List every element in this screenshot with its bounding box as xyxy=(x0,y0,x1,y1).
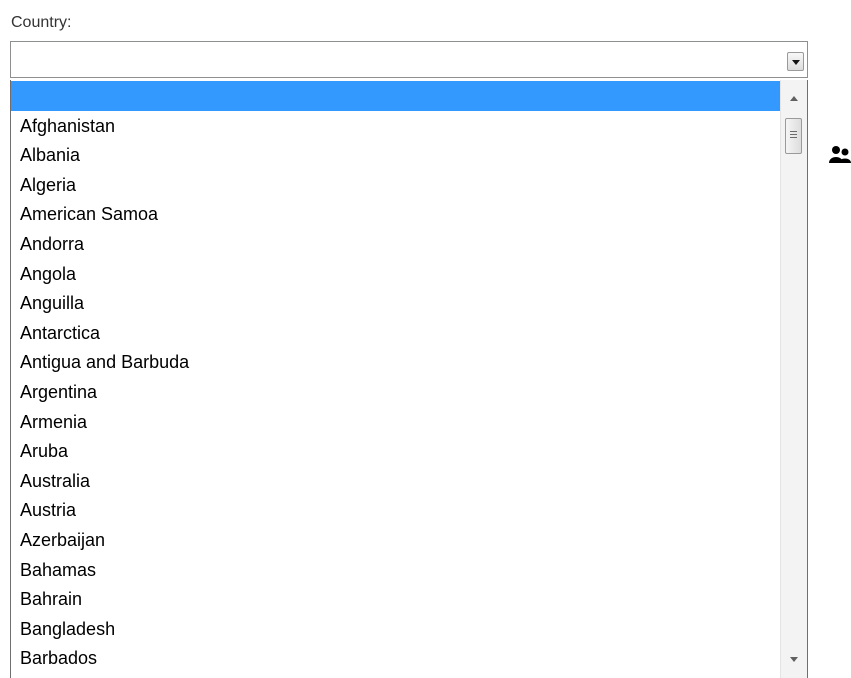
country-option[interactable]: Andorra xyxy=(11,229,780,259)
country-option[interactable]: Azerbaijan xyxy=(11,525,780,555)
user-icon xyxy=(829,146,851,163)
arrow-down-icon[interactable] xyxy=(790,657,798,662)
country-option[interactable]: Australia xyxy=(11,466,780,496)
chevron-down-icon[interactable] xyxy=(787,52,804,71)
country-option[interactable] xyxy=(11,81,780,111)
grip-line xyxy=(790,134,797,135)
country-option[interactable]: Bahrain xyxy=(11,584,780,614)
arrow-up-icon[interactable] xyxy=(790,96,798,101)
country-option[interactable]: Antigua and Barbuda xyxy=(11,347,780,377)
country-option[interactable]: Bahamas xyxy=(11,555,780,585)
country-option[interactable]: Aruba xyxy=(11,436,780,466)
country-label: Country: xyxy=(11,14,72,31)
country-select[interactable] xyxy=(10,41,808,78)
country-option[interactable]: Angola xyxy=(11,259,780,289)
country-option[interactable]: Bangladesh xyxy=(11,614,780,644)
country-option[interactable]: Algeria xyxy=(11,170,780,200)
grip-line xyxy=(790,131,797,132)
country-options: Afghanistan Albania Algeria American Samoa A… xyxy=(11,81,780,673)
grip-line xyxy=(790,137,797,138)
country-option[interactable]: Barbados xyxy=(11,643,780,673)
scroll-thumb[interactable] xyxy=(785,118,802,154)
page: Country: Afghanistan Albania Algeria Americ… xyxy=(0,0,851,678)
list-scrollbar[interactable] xyxy=(780,80,807,678)
country-option[interactable]: Afghanistan xyxy=(11,111,780,141)
country-option[interactable]: Austria xyxy=(11,495,780,525)
country-option[interactable]: Argentina xyxy=(11,377,780,407)
country-dropdown-list[interactable]: Afghanistan Albania Algeria American Samoa A… xyxy=(10,80,808,678)
country-option[interactable]: American Samoa xyxy=(11,199,780,229)
country-option[interactable]: Anguilla xyxy=(11,288,780,318)
country-option[interactable]: Albania xyxy=(11,140,780,170)
country-option[interactable]: Antarctica xyxy=(11,318,780,348)
country-option[interactable]: Armenia xyxy=(11,407,780,437)
